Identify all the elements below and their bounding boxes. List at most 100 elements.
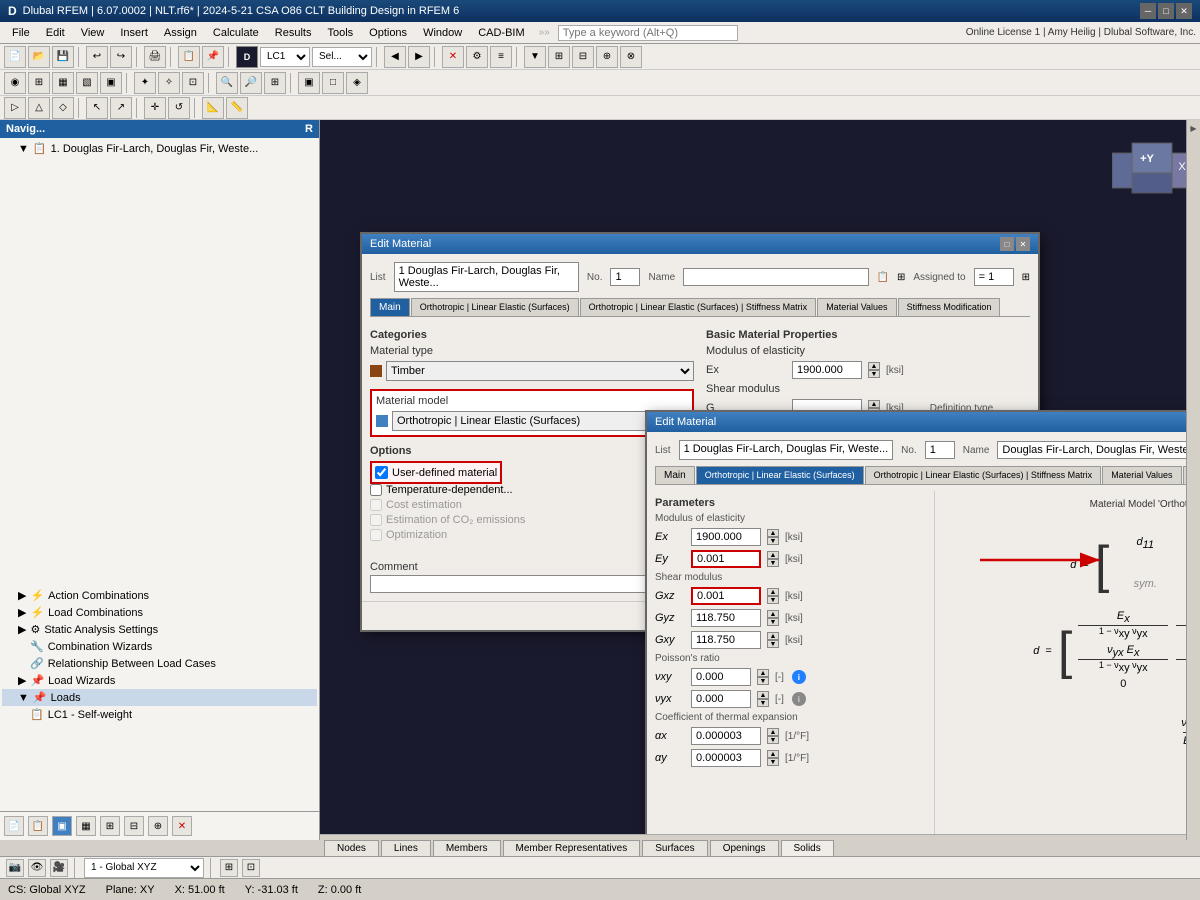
dialog-2-tab-stiff[interactable]: Orthotropic | Linear Elastic (Surfaces) … [865,466,1102,484]
nav-btn-6[interactable]: ⊟ [124,816,144,836]
name-input-2[interactable] [997,441,1200,459]
ay-stepper[interactable]: ▲ ▼ [767,750,779,766]
menu-window[interactable]: Window [415,25,470,41]
nav-item-rel[interactable]: 🔗 Relationship Between Load Cases [2,655,317,672]
name-copy-btn[interactable]: 📋 [877,272,889,283]
nav-btn-1[interactable]: 📄 [4,816,24,836]
co2-check[interactable] [370,514,382,526]
tab-surfaces[interactable]: Surfaces [642,840,707,856]
new-btn[interactable]: 📄 [4,46,26,68]
gxz-stepper[interactable]: ▲ ▼ [767,588,779,604]
tab-nodes[interactable]: Nodes [324,840,379,856]
save-btn[interactable]: 💾 [52,46,74,68]
ey-input[interactable] [691,550,761,568]
close-btn[interactable]: ✕ [1176,3,1192,19]
nav-prev[interactable]: ◀ [384,46,406,68]
zoom-btn-1[interactable]: 🔍 [216,72,238,94]
dialog-1-tab-main[interactable]: Main [370,298,410,316]
right-panel-btn-1[interactable]: ▶ [1189,124,1198,133]
nav-btn-5[interactable]: ⊞ [100,816,120,836]
zoom-btn-3[interactable]: ⊞ [264,72,286,94]
view-btn-5[interactable]: ▣ [100,72,122,94]
vyx-up[interactable]: ▲ [757,691,769,699]
delete-btn[interactable]: ✕ [442,46,464,68]
gyz-up[interactable]: ▲ [767,610,779,618]
menu-options[interactable]: Options [361,25,415,41]
rotate-btn[interactable]: ↺ [168,97,190,119]
tool-btn-4[interactable]: ⊟ [572,46,594,68]
ax-input[interactable] [691,727,761,745]
measure-btn-1[interactable]: 📐 [202,97,224,119]
window-controls[interactable]: ─ □ ✕ [1140,3,1192,19]
nav-btn-7[interactable]: ⊕ [148,816,168,836]
gyz-down[interactable]: ▼ [767,618,779,626]
vxy-down[interactable]: ▼ [757,677,769,685]
vyx-down[interactable]: ▼ [757,699,769,707]
dialog-1-close[interactable]: ✕ [1016,237,1030,251]
no-input-1[interactable] [610,268,640,286]
measure-btn-2[interactable]: 📏 [226,97,248,119]
dialog-1-tab-ortho[interactable]: Orthotropic | Linear Elastic (Surfaces) [411,298,579,316]
nav-item-action-combinations[interactable]: ▶ ⚡ Action Combinations [2,587,317,604]
ey-stepper[interactable]: ▲ ▼ [767,551,779,567]
nav-btn-2[interactable]: 📋 [28,816,48,836]
ey-down[interactable]: ▼ [767,559,779,567]
shape-btn-1[interactable]: ▷ [4,97,26,119]
vxy-stepper[interactable]: ▲ ▼ [757,669,769,685]
dialog-1-tab-matvals[interactable]: Material Values [817,298,896,316]
ex-stepper[interactable]: ▲ ▼ [868,362,880,378]
view-btn-2[interactable]: ⊞ [28,72,50,94]
nav-item-combo-wiz[interactable]: 🔧 Combination Wizards [2,638,317,655]
menu-calculate[interactable]: Calculate [205,25,267,41]
vyx-stepper[interactable]: ▲ ▼ [757,691,769,707]
menu-tools[interactable]: Tools [319,25,361,41]
vxy-input[interactable] [691,668,751,686]
tool-btn-3[interactable]: ⊞ [548,46,570,68]
bt-3[interactable]: 🎥 [50,859,68,877]
render-btn-2[interactable]: □ [322,72,344,94]
snap-btn-2[interactable]: ✧ [158,72,180,94]
tool-btn-6[interactable]: ⊗ [620,46,642,68]
menu-insert[interactable]: Insert [112,25,156,41]
tab-members[interactable]: Members [433,840,501,856]
sel-dropdown[interactable]: Sel... [312,47,372,67]
gxz-down[interactable]: ▼ [767,596,779,604]
nav-item-static[interactable]: ▶ ⚙ Static Analysis Settings [2,621,317,638]
gxy-down[interactable]: ▼ [767,640,779,648]
material-type-select[interactable]: Timber [386,361,694,381]
name-browse-btn[interactable]: ⊞ [897,272,905,283]
ex-down[interactable]: ▼ [868,370,880,378]
menu-search-input[interactable] [558,25,738,41]
nav-collapse-icon[interactable]: R [305,123,313,135]
bt-snap2[interactable]: ⊡ [242,859,260,877]
cost-check[interactable] [370,499,382,511]
gyz-input[interactable] [691,609,761,627]
menu-results[interactable]: Results [267,25,320,41]
ex-input[interactable] [792,361,862,379]
nav-item-load-combinations[interactable]: ▶ ⚡ Load Combinations [2,604,317,621]
nav-btn-8[interactable]: ✕ [172,816,192,836]
nav-item-0[interactable]: ▼ 📋 1. Douglas Fir-Larch, Douglas Fir, W… [2,140,317,157]
render-btn-3[interactable]: ◈ [346,72,368,94]
vyx-input[interactable] [691,690,751,708]
lc-dropdown[interactable]: LC1 [260,47,310,67]
tab-solids[interactable]: Solids [781,840,834,856]
ay-up[interactable]: ▲ [767,750,779,758]
move-btn[interactable]: ✛ [144,97,166,119]
menu-edit[interactable]: Edit [38,25,73,41]
view-btn-4[interactable]: ▧ [76,72,98,94]
paste-btn[interactable]: 📌 [202,46,224,68]
no-input-2[interactable] [925,441,955,459]
snap-btn-3[interactable]: ⊡ [182,72,204,94]
ax-down[interactable]: ▼ [767,736,779,744]
select-btn-2[interactable]: ↗ [110,97,132,119]
zoom-btn-2[interactable]: 🔎 [240,72,262,94]
snap-btn-1[interactable]: ✦ [134,72,156,94]
menu-file[interactable]: File [4,25,38,41]
ay-down[interactable]: ▼ [767,758,779,766]
menu-cad-bim[interactable]: CAD-BIM [470,25,532,41]
material-model-select[interactable]: Orthotropic | Linear Elastic (Surfaces) [392,411,688,431]
dialog-2-title-bar[interactable]: Edit Material □ ✕ [647,412,1200,432]
ex-input-2[interactable] [691,528,761,546]
gyz-stepper[interactable]: ▲ ▼ [767,610,779,626]
